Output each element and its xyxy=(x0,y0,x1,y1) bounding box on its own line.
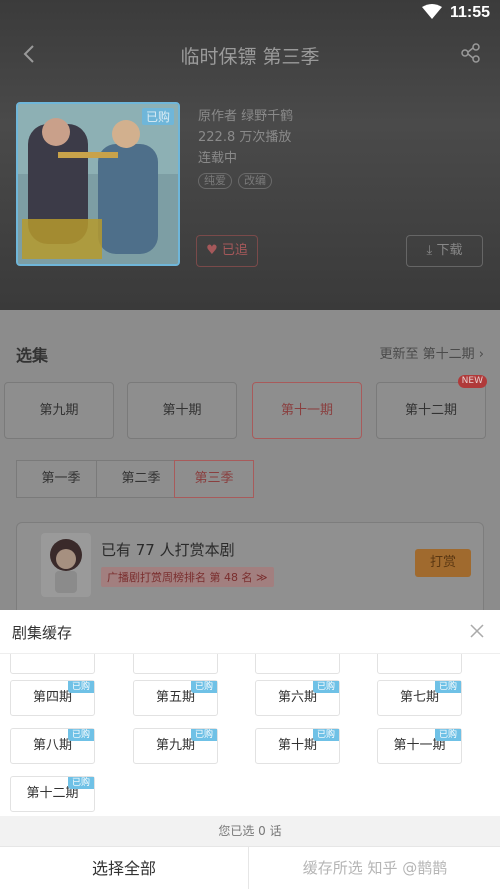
update-status[interactable]: 更新至 第十二期 › xyxy=(380,343,484,362)
drama-cover: 已购 xyxy=(16,102,180,266)
cache-episode-cell[interactable] xyxy=(377,654,462,674)
cell-label: 第九期 xyxy=(155,738,195,753)
cell-label: 第十期 xyxy=(277,738,317,753)
tag-chip[interactable]: 改编 xyxy=(238,173,272,189)
bought-tag: 已购 xyxy=(434,681,461,693)
cell-label: 第八期 xyxy=(32,738,72,753)
selected-count-bar: 您已选 0 话 xyxy=(0,816,500,846)
bought-tag: 已购 xyxy=(312,681,339,693)
page-title: 临时保镖 第三季 xyxy=(180,46,320,68)
cache-episode-cell[interactable]: 第八期 已购 xyxy=(10,728,95,764)
bought-tag: 已购 xyxy=(312,729,339,741)
share-icon[interactable] xyxy=(460,42,482,64)
drama-header: 11:55 临时保镖 第三季 已购 原作者 绿野千鹤 222.8 万次播放 连载… xyxy=(0,0,500,310)
download-icon: ⤓ xyxy=(426,243,433,258)
cell-label: 第七期 xyxy=(399,690,439,705)
followed-button[interactable]: ♥ 已追 xyxy=(196,235,258,267)
cache-episode-cell[interactable] xyxy=(255,654,340,674)
author-line: 原作者 绿野千鹤 xyxy=(198,109,294,124)
tag-list: 纯爱 改编 xyxy=(198,173,293,189)
episode-card[interactable]: 第十二期 NEW xyxy=(376,375,487,439)
cell-label: 第五期 xyxy=(155,690,195,705)
tag-chip[interactable]: 纯爱 xyxy=(198,173,232,189)
close-icon[interactable] xyxy=(468,622,486,640)
cache-sheet: 剧集缓存 第四期 已购 第五期 已购 第六期 已购 第七期 已购 第八期 已购 … xyxy=(0,610,500,889)
update-text: 更新至 第十二期 xyxy=(379,347,475,362)
new-badge: NEW xyxy=(457,375,487,388)
cache-episode-cell[interactable] xyxy=(10,654,95,674)
download-button[interactable]: ⤓ 下载 xyxy=(406,235,483,267)
cache-episode-cell[interactable]: 第六期 已购 xyxy=(255,680,340,716)
reward-rank-pill[interactable]: 广播剧打赏周榜排名 第 48 名 ≫ xyxy=(101,567,274,587)
season-tab[interactable]: 第二季 xyxy=(96,460,186,498)
heart-icon: ♥ xyxy=(206,243,218,258)
bought-tag: 已购 xyxy=(190,729,217,741)
bought-tag: 已购 xyxy=(434,729,461,741)
bought-badge: 已购 xyxy=(141,108,174,125)
episode-card-selected[interactable]: 第十一期 xyxy=(252,382,362,439)
status-time: 11:55 xyxy=(449,4,490,21)
episode-cache-grid: 第四期 已购 第五期 已购 第六期 已购 第七期 已购 第八期 已购 第九期 已… xyxy=(0,654,500,816)
cache-episode-cell[interactable]: 第四期 已购 xyxy=(10,680,95,716)
mascot-avatar xyxy=(41,533,91,597)
episode-row: 第九期 第十期 第十一期 第十二期 NEW xyxy=(0,375,500,440)
top-bar: 临时保镖 第三季 xyxy=(0,36,500,76)
drama-meta: 原作者 绿野千鹤 222.8 万次播放 连载中 纯爱 改编 xyxy=(198,106,293,189)
chevron-right-icon: › xyxy=(478,347,484,362)
episode-card[interactable]: 第九期 xyxy=(4,382,114,439)
bought-tag: 已购 xyxy=(190,681,217,693)
cell-label: 第四期 xyxy=(32,690,72,705)
cache-episode-cell[interactable]: 第十一期 已购 xyxy=(377,728,462,764)
reward-count-text: 已有 77 人打赏本剧 xyxy=(101,541,235,559)
cache-selected-label: 缓存所选 xyxy=(302,859,363,877)
episodes-section-title: 选集 xyxy=(16,346,49,365)
page: 11:55 临时保镖 第三季 已购 原作者 绿野千鹤 222.8 万次播放 连载… xyxy=(0,0,500,889)
serial-status: 连载中 xyxy=(198,151,238,166)
sheet-footer: 选择全部 缓存所选 知乎 @鹊鹊 xyxy=(0,846,500,889)
cover-art xyxy=(18,104,178,264)
cache-selected-button[interactable]: 缓存所选 知乎 @鹊鹊 xyxy=(250,847,500,889)
bought-tag: 已购 xyxy=(67,777,94,789)
episode-label: 第十二期 xyxy=(404,403,457,418)
reward-card: 已有 77 人打赏本剧 广播剧打赏周榜排名 第 48 名 ≫ 打赏 xyxy=(16,522,484,622)
sheet-header: 剧集缓存 xyxy=(0,610,500,654)
play-count: 222.8 万次播放 xyxy=(198,130,292,145)
watermark-text: 知乎 @鹊鹊 xyxy=(367,859,448,877)
cell-label: 第六期 xyxy=(277,690,317,705)
wifi-icon xyxy=(422,4,442,24)
season-tab[interactable]: 第一季 xyxy=(16,460,106,498)
season-tab-selected[interactable]: 第三季 xyxy=(174,460,254,498)
followed-label: 已追 xyxy=(221,243,248,258)
download-label: 下载 xyxy=(436,243,463,258)
cache-episode-cell[interactable] xyxy=(133,654,218,674)
cache-episode-cell[interactable]: 第十二期 已购 xyxy=(10,776,95,812)
cache-episode-cell[interactable]: 第七期 已购 xyxy=(377,680,462,716)
cache-episode-cell[interactable]: 第十期 已购 xyxy=(255,728,340,764)
sheet-title: 剧集缓存 xyxy=(12,624,73,642)
bought-tag: 已购 xyxy=(67,681,94,693)
cache-episode-cell[interactable]: 第五期 已购 xyxy=(133,680,218,716)
status-bar: 11:55 xyxy=(0,0,500,28)
bought-tag: 已购 xyxy=(67,729,94,741)
select-all-button[interactable]: 选择全部 xyxy=(0,847,249,889)
episode-card[interactable]: 第十期 xyxy=(127,382,237,439)
tip-button[interactable]: 打赏 xyxy=(415,549,471,577)
cache-episode-cell[interactable]: 第九期 已购 xyxy=(133,728,218,764)
